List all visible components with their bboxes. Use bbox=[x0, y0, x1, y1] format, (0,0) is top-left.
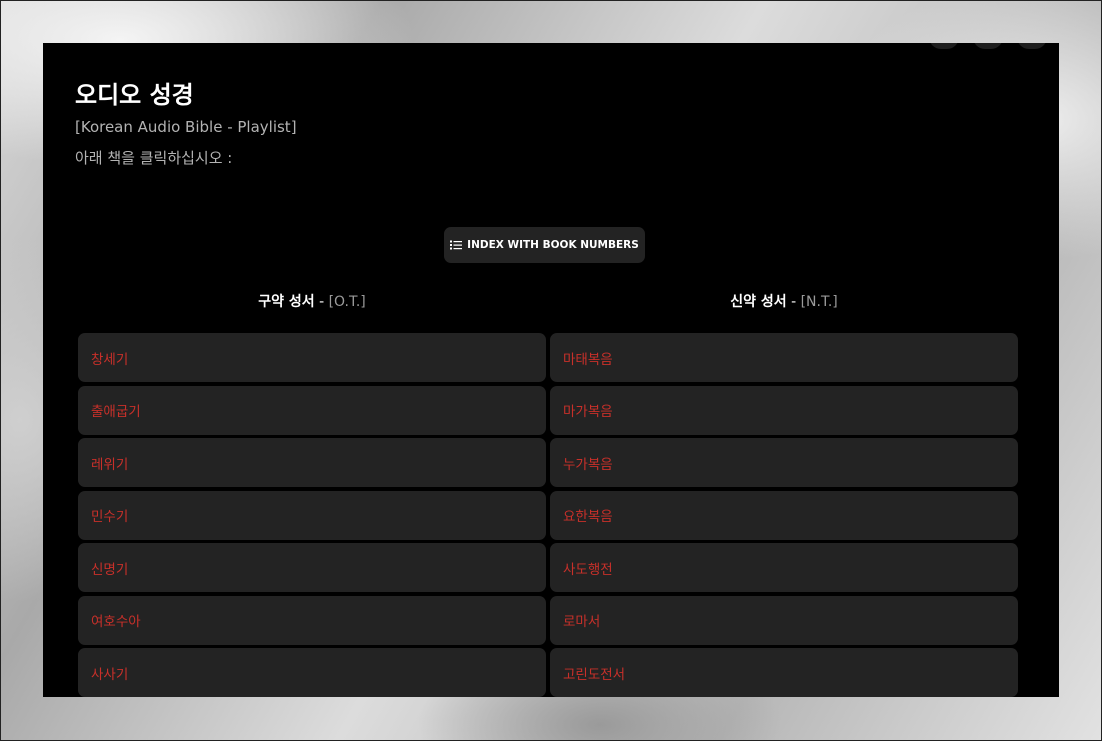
old-testament-book-list: 창세기 출애굽기 레위기 민수기 신명기 여호수아 사사기 bbox=[78, 333, 546, 697]
old-testament-abbr: [O.T.] bbox=[328, 294, 366, 310]
new-testament-abbr: [N.T.] bbox=[800, 294, 838, 310]
instruction-text: 아래 책을 클릭하십시오 : bbox=[75, 149, 233, 167]
book-link-mark[interactable]: 마가복음 bbox=[550, 385, 1018, 435]
new-testament-heading: 신약 성서 bbox=[730, 294, 787, 310]
main-panel: 오디오 성경 [Korean Audio Bible - Playlist] 아… bbox=[43, 43, 1059, 697]
old-testament-header: 구약 성서 - [O.T.] bbox=[78, 291, 546, 311]
top-controls bbox=[929, 43, 1047, 49]
page-subtitle: [Korean Audio Bible - Playlist] bbox=[75, 118, 297, 136]
index-with-book-numbers-button[interactable]: INDEX WITH BOOK NUMBERS bbox=[444, 227, 645, 263]
new-testament-book-list: 마태복음 마가복음 누가복음 요한복음 사도행전 로마서 고린도전서 bbox=[550, 333, 1018, 697]
book-link-1-corinthians[interactable]: 고린도전서 bbox=[550, 648, 1018, 697]
top-control-button-1[interactable] bbox=[929, 43, 959, 49]
new-testament-header: 신약 성서 - [N.T.] bbox=[550, 291, 1018, 311]
old-testament-heading: 구약 성서 bbox=[258, 294, 315, 310]
book-link-exodus[interactable]: 출애굽기 bbox=[78, 385, 546, 435]
book-link-numbers[interactable]: 민수기 bbox=[78, 490, 546, 540]
page-title: 오디오 성경 bbox=[75, 81, 194, 109]
new-testament-separator: - bbox=[786, 294, 801, 310]
top-control-button-3[interactable] bbox=[1017, 43, 1047, 49]
book-link-john[interactable]: 요한복음 bbox=[550, 490, 1018, 540]
book-link-judges[interactable]: 사사기 bbox=[78, 648, 546, 697]
book-link-luke[interactable]: 누가복음 bbox=[550, 438, 1018, 487]
book-link-leviticus[interactable]: 레위기 bbox=[78, 438, 546, 487]
index-button-label: INDEX WITH BOOK NUMBERS bbox=[467, 239, 639, 251]
book-link-deuteronomy[interactable]: 신명기 bbox=[78, 543, 546, 592]
top-control-button-2[interactable] bbox=[973, 43, 1003, 49]
book-link-matthew[interactable]: 마태복음 bbox=[550, 333, 1018, 382]
book-link-genesis[interactable]: 창세기 bbox=[78, 333, 546, 382]
book-link-acts[interactable]: 사도행전 bbox=[550, 543, 1018, 592]
book-link-romans[interactable]: 로마서 bbox=[550, 595, 1018, 645]
book-link-joshua[interactable]: 여호수아 bbox=[78, 595, 546, 645]
old-testament-separator: - bbox=[314, 294, 329, 310]
list-icon bbox=[450, 240, 463, 250]
